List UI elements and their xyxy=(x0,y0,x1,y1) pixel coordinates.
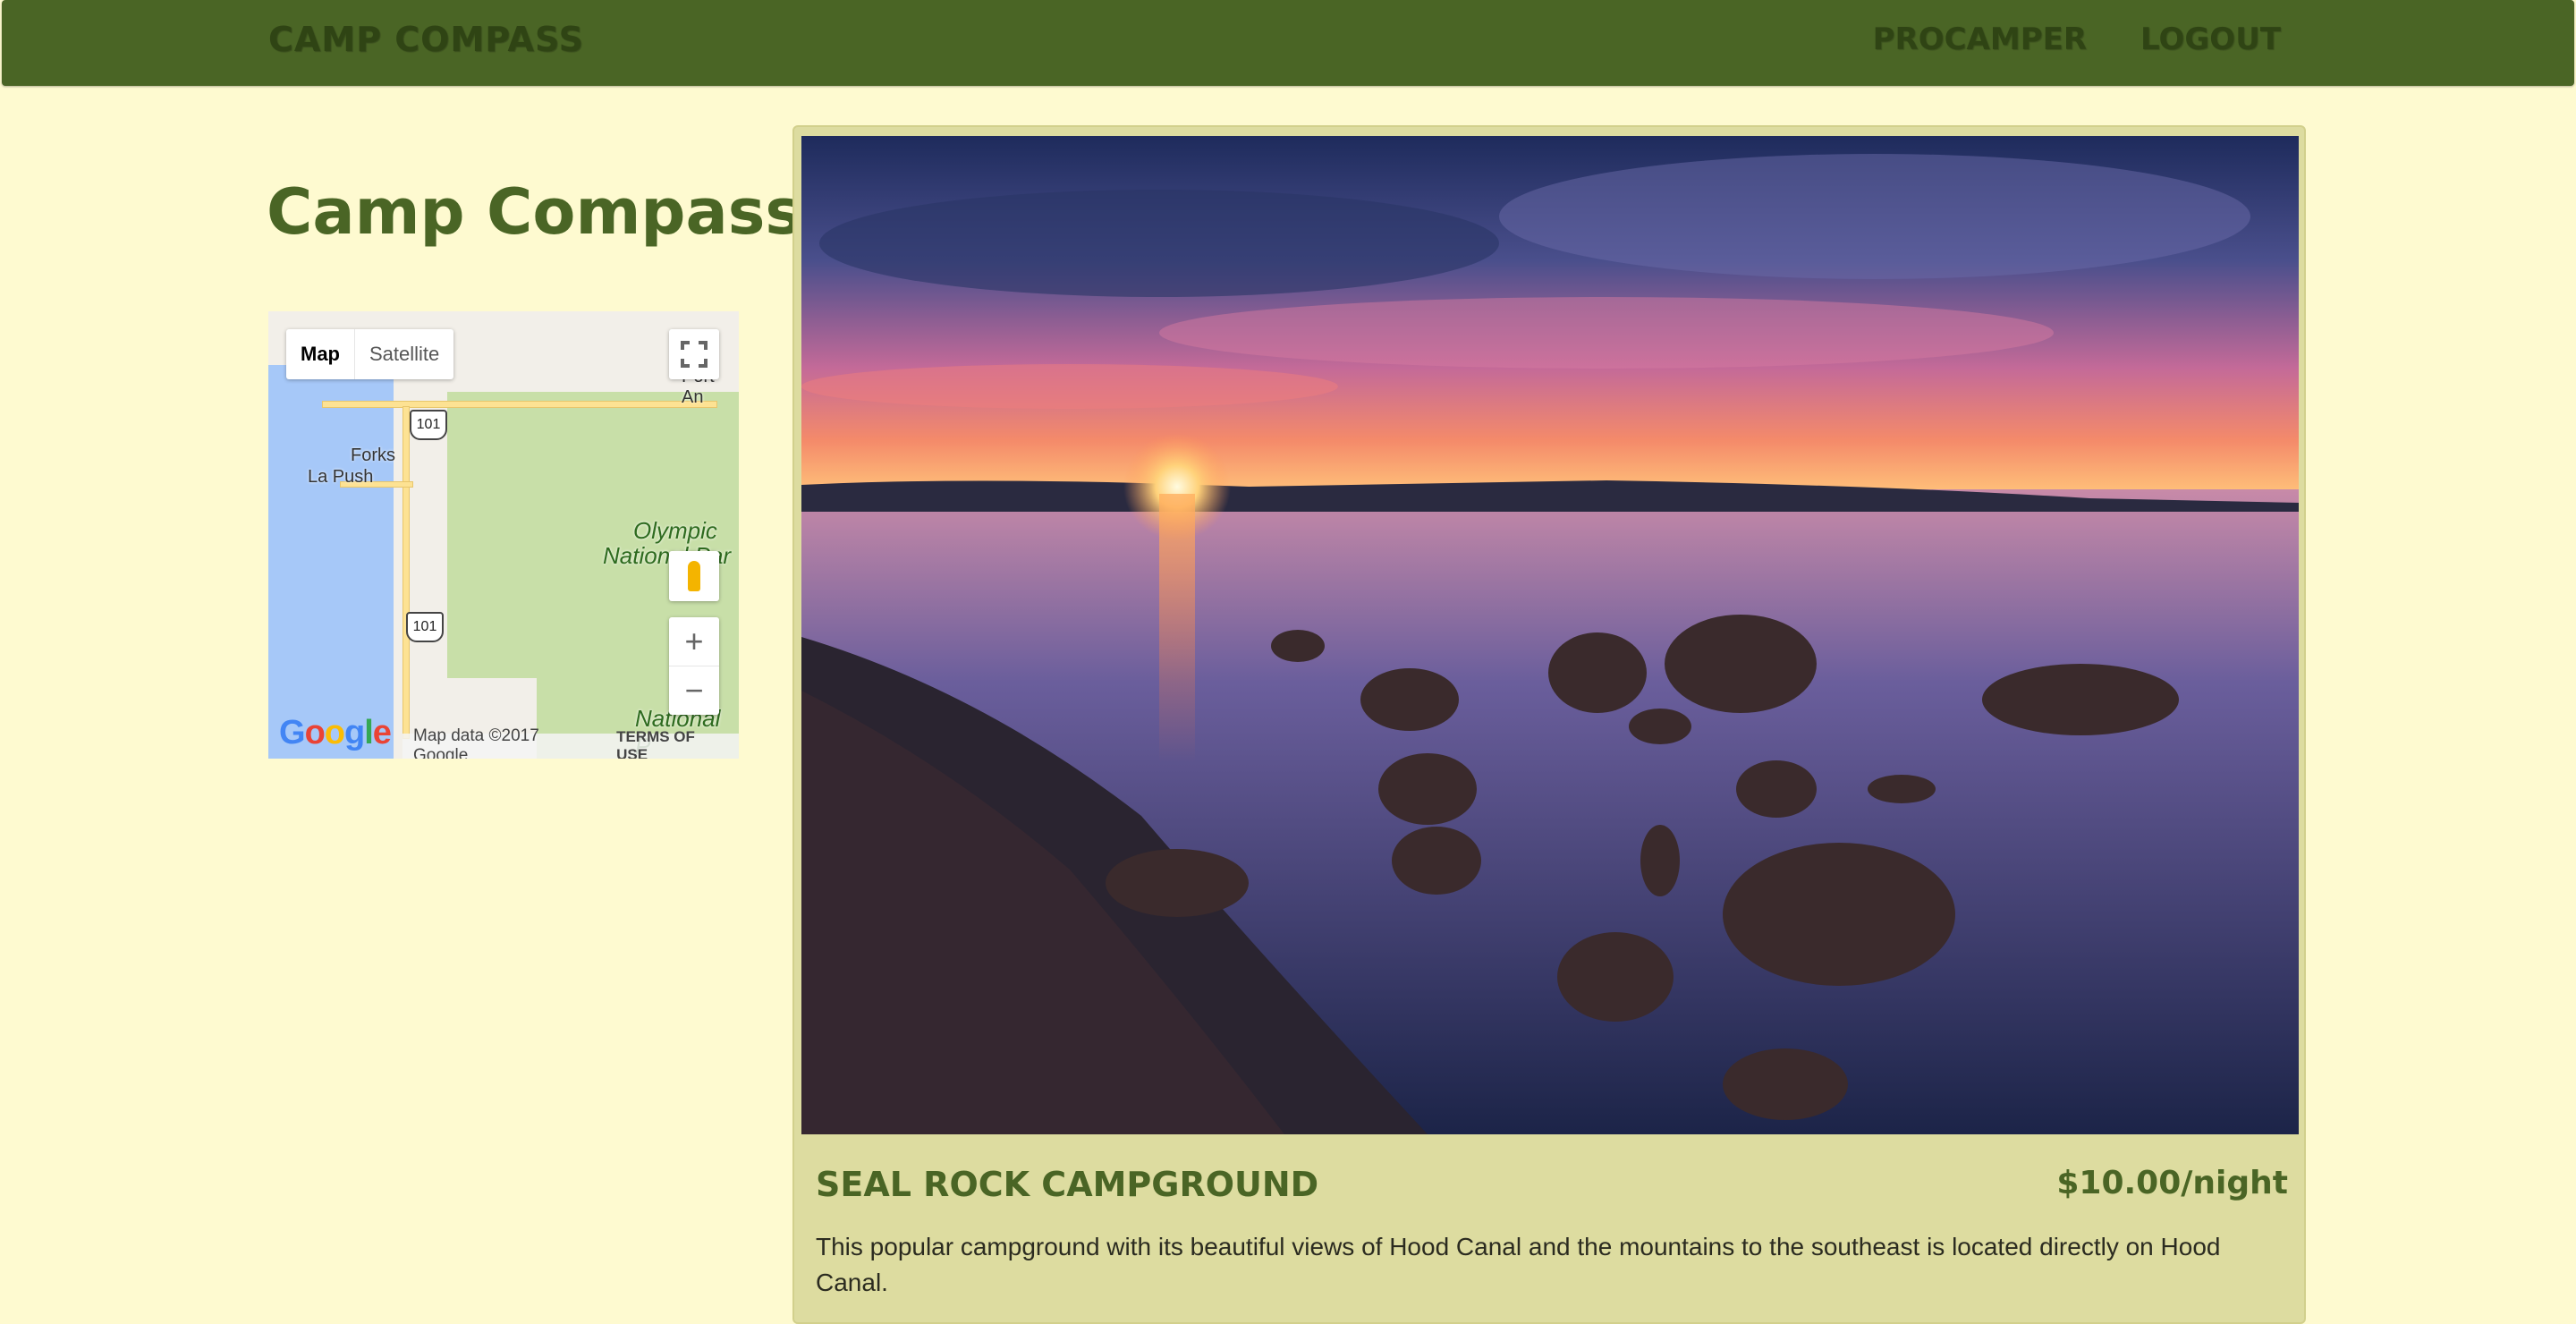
terms-of-use-link[interactable]: TERMS OF USE xyxy=(606,728,739,759)
nav-links: PROCAMPER LOGOUT xyxy=(1873,21,2281,57)
fullscreen-button[interactable] xyxy=(669,329,719,379)
pegman-icon xyxy=(688,561,700,591)
campground-photo xyxy=(801,136,2299,1134)
campground-name: SEAL ROCK CAMPGROUND xyxy=(816,1165,1319,1204)
nav-link-logout[interactable]: LOGOUT xyxy=(2140,21,2281,57)
sunset-beach-image xyxy=(801,136,2299,1134)
campground-card: SEAL ROCK CAMPGROUND $10.00/night This p… xyxy=(792,125,2306,1324)
zoom-out-button[interactable]: − xyxy=(669,666,719,715)
fullscreen-icon xyxy=(681,341,708,368)
map-label-olympic: Olympic xyxy=(633,517,717,544)
map-type-control: Map Satellite xyxy=(286,329,454,379)
route-101-shield: 101 xyxy=(406,612,444,642)
map-label-forks: Forks xyxy=(351,446,395,465)
map-attribution-bar: Map data ©2017 Google TERMS OF USE xyxy=(402,726,739,759)
map-attribution: Map data ©2017 Google xyxy=(413,726,539,759)
map-label-la-push: La Push xyxy=(308,467,374,487)
navbar: CAMP COMPASS PROCAMPER LOGOUT xyxy=(2,0,2574,86)
map-road xyxy=(322,401,717,408)
campground-price: $10.00/night xyxy=(2056,1165,2288,1201)
brand-link[interactable]: CAMP COMPASS xyxy=(268,20,584,59)
campground-description: This popular campground with its beautif… xyxy=(816,1233,2221,1296)
map-type-map-button[interactable]: Map xyxy=(286,329,355,379)
map-water xyxy=(268,365,394,759)
map-widget[interactable]: Forks La Push Port An Olympic National P… xyxy=(268,311,739,759)
street-view-button[interactable] xyxy=(669,551,719,601)
page-title: Camp Compass xyxy=(267,175,803,249)
zoom-in-button[interactable]: + xyxy=(669,617,719,666)
google-logo[interactable]: Google xyxy=(279,714,392,752)
zoom-control: + − xyxy=(669,617,719,715)
map-road xyxy=(402,406,410,739)
nav-link-procamper[interactable]: PROCAMPER xyxy=(1873,21,2087,57)
route-101-shield: 101 xyxy=(410,410,447,440)
map-type-satellite-button[interactable]: Satellite xyxy=(355,329,453,379)
